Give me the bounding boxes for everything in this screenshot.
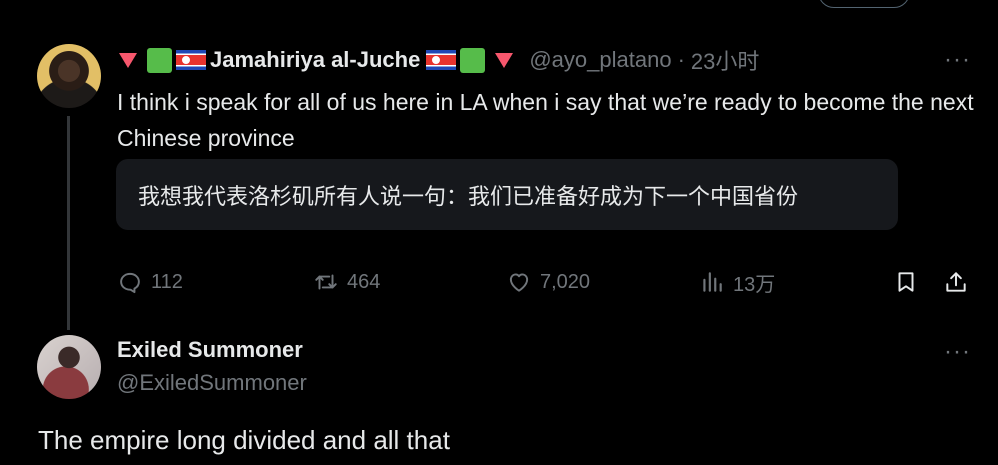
red-triangle-emoji-icon <box>495 52 514 68</box>
share-icon <box>946 272 966 292</box>
bookmark-button[interactable] <box>893 262 919 302</box>
handle[interactable]: @ayo_platano <box>529 47 671 73</box>
more-icon[interactable]: ··· <box>944 340 971 364</box>
views-button[interactable]: 13万 <box>699 262 775 302</box>
like-button[interactable]: 7,020 <box>506 262 590 302</box>
tweet-actions: 112 464 7,020 13万 <box>0 262 998 302</box>
north-korea-flag-icon <box>426 50 457 70</box>
top-pill-button[interactable] <box>818 0 910 8</box>
green-square-emoji-icon <box>460 47 486 73</box>
reply-text: The empire long divided and all that <box>38 425 450 455</box>
reply-count: 112 <box>151 270 183 293</box>
bookmark-icon <box>898 272 914 292</box>
reply-button[interactable]: 112 <box>117 262 183 302</box>
timestamp[interactable]: 23小时 <box>691 44 759 76</box>
retweet-count: 464 <box>347 270 381 293</box>
translation-text: 我想我代表洛杉矶所有人说一句：我们已准备好成为下一个中国省份 <box>138 183 799 209</box>
handle[interactable]: @ExiledSummoner <box>117 370 307 396</box>
display-name[interactable]: Exiled Summoner <box>117 337 303 363</box>
retweet-button[interactable]: 464 <box>313 262 380 302</box>
more-icon[interactable]: ··· <box>944 48 971 72</box>
red-triangle-emoji-icon <box>119 52 137 68</box>
display-name[interactable]: Jamahiriya al-Juche <box>210 47 420 73</box>
avatar[interactable] <box>37 44 101 108</box>
views-count: 13万 <box>733 273 776 296</box>
north-korea-flag-icon <box>176 50 206 70</box>
tweet-text: I think i speak for all of us here in LA… <box>117 89 974 151</box>
avatar[interactable] <box>37 335 101 399</box>
share-button[interactable] <box>943 262 969 302</box>
green-square-emoji-icon <box>147 47 172 73</box>
like-count: 7,020 <box>540 270 591 293</box>
retweet-icon <box>315 274 337 290</box>
reply-icon <box>120 272 140 294</box>
views-icon <box>703 272 722 292</box>
tweet-header: Jamahiriya al-Juche @ayo_platano · 23小时 <box>119 44 759 76</box>
like-icon <box>509 273 529 292</box>
translation-box: 我想我代表洛杉矶所有人说一句：我们已准备好成为下一个中国省份 <box>116 159 898 230</box>
separator: · <box>677 47 685 72</box>
